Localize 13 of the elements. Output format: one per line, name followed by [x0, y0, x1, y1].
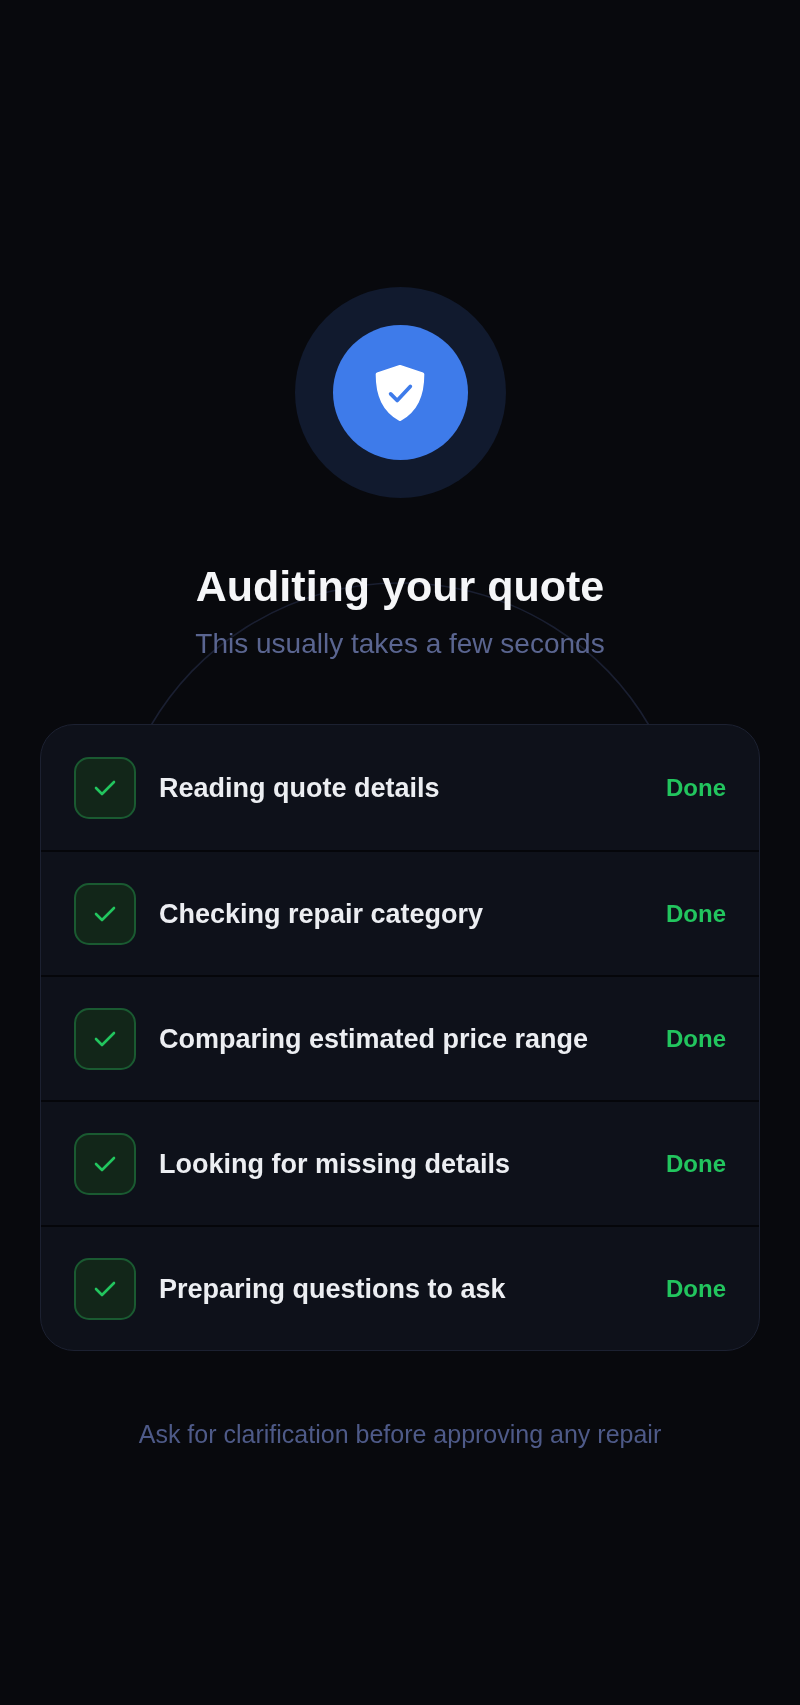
step-label: Reading quote details [159, 771, 440, 805]
footer-note: Ask for clarification before approving any repair [138, 1419, 662, 1450]
page-title: Auditing your quote [195, 561, 605, 611]
status-text: Done [665, 1273, 726, 1304]
status-text: Done [665, 1023, 726, 1054]
step-label: Looking for missing details [159, 1147, 511, 1181]
subtitle-text: This usually takes a few seconds [195, 627, 605, 661]
status-text: Done [665, 1148, 726, 1179]
step-label: Checking repair category [159, 897, 484, 931]
status-text: Done [665, 772, 726, 803]
step-label: Preparing questions to ask [159, 1272, 506, 1306]
step-label: Comparing estimated price range [159, 1022, 589, 1056]
status-text: Done [665, 898, 726, 929]
